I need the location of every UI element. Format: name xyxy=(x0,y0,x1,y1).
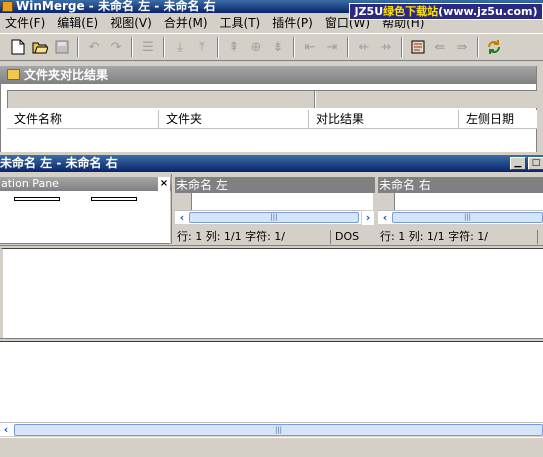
file-compare-title-bar[interactable]: 未命名 左 - 未命名 右 ▁ □ xyxy=(0,155,543,172)
right-pane-status: 行: 1 列: 1/1 字符: 1/ xyxy=(378,230,543,244)
refresh-icon[interactable] xyxy=(483,36,505,58)
right-status-column: 列: 1/1 xyxy=(408,230,445,243)
first-diff-icon[interactable]: ⇞ xyxy=(223,36,245,58)
minimize-button[interactable]: ▁ xyxy=(510,157,526,170)
next-diff-icon[interactable]: ⤓ xyxy=(169,36,191,58)
left-status-column: 列: 1/1 xyxy=(205,230,242,243)
path-separator xyxy=(314,91,316,108)
copy-left-advance-icon[interactable]: ⇷ xyxy=(353,36,375,58)
right-diff-pane: 未命名 右 ‹ ||| 行: 1 列: 1/1 字符: 1/ xyxy=(375,174,543,244)
left-diff-pane: 未命名 左 ‹ ||| 行: 1 列: 1/1 字符: 1/ DOS xyxy=(172,174,376,244)
menu-file[interactable]: 文件(F) xyxy=(5,14,45,31)
undo-icon[interactable]: ↶ xyxy=(83,36,105,58)
folder-compare-title: 文件夹对比结果 xyxy=(24,68,109,82)
copy-all-right-icon[interactable]: ⇛ xyxy=(451,36,473,58)
watermark-brand: JZ5U xyxy=(354,5,384,18)
open-folder-icon[interactable] xyxy=(29,36,51,58)
winmerge-app-icon xyxy=(2,1,13,12)
left-pane-margin xyxy=(175,193,191,210)
toolbar-separator xyxy=(163,37,165,57)
folder-icon xyxy=(7,69,20,80)
toolbar-separator xyxy=(401,37,403,57)
scroll-right-arrow-icon[interactable]: › xyxy=(362,211,374,225)
pane-separator[interactable] xyxy=(0,338,543,340)
folder-window-edge xyxy=(536,66,543,152)
diff-detail-pane-right[interactable] xyxy=(0,341,543,422)
location-pane: ation Pane × xyxy=(0,174,172,244)
column-left-date[interactable]: 左侧日期 xyxy=(459,110,537,129)
file-compare-title: 未命名 左 - 未命名 右 xyxy=(0,156,118,170)
folder-path-bar xyxy=(7,90,537,108)
toolbar-separator xyxy=(347,37,349,57)
copy-right-advance-icon[interactable]: ⇸ xyxy=(375,36,397,58)
right-status-line: 行: 1 xyxy=(380,230,406,243)
options-icon[interactable] xyxy=(407,36,429,58)
watermark-url: (www.jz5u.com) xyxy=(438,5,538,18)
location-left-bar xyxy=(14,197,60,201)
menu-merge[interactable]: 合并(M) xyxy=(164,14,208,31)
location-pane-title-bar: ation Pane × xyxy=(0,177,172,191)
toolbar: ↶ ↷ ☰ ⤓ ⤒ ⇞ ⊕ ⇟ ⇤ ⇥ ⇷ ⇸ ⇚ ⇛ xyxy=(0,33,543,61)
watermark-text: 绿色下载站 xyxy=(383,5,439,18)
menu-plugins[interactable]: 插件(P) xyxy=(272,14,313,31)
column-folder[interactable]: 文件夹 xyxy=(159,110,309,129)
column-filename[interactable]: 文件名称 xyxy=(7,110,159,129)
new-icon[interactable] xyxy=(7,36,29,58)
menu-edit[interactable]: 编辑(E) xyxy=(57,14,98,31)
folder-compare-title-bar[interactable]: 文件夹对比结果 xyxy=(0,66,536,84)
left-scroll-thumb[interactable]: ||| xyxy=(189,212,359,223)
diff-detail-pane-left[interactable] xyxy=(0,248,543,338)
left-pane-header: 未命名 左 xyxy=(175,177,375,193)
right-status-position: 行: 1 列: 1/1 字符: 1/ xyxy=(378,230,538,244)
right-pane-editor[interactable] xyxy=(394,193,543,210)
left-status-position: 行: 1 列: 1/1 字符: 1/ xyxy=(175,230,331,244)
column-compare-result[interactable]: 对比结果 xyxy=(309,110,459,129)
bottom-horizontal-scrollbar[interactable]: ‹ ||| xyxy=(0,422,543,436)
left-status-chars: 字符: 1/ xyxy=(245,230,286,243)
right-status-chars: 字符: 1/ xyxy=(448,230,489,243)
watermark-banner: JZ5U绿色下载站(www.jz5u.com) xyxy=(349,3,543,20)
window-title: WinMerge - 未命名 左 - 未命名 右 xyxy=(16,0,216,13)
scroll-left-arrow-icon[interactable]: ‹ xyxy=(0,423,12,437)
maximize-button[interactable]: □ xyxy=(528,157,543,170)
toolbar-separator xyxy=(131,37,133,57)
right-scroll-thumb[interactable]: ||| xyxy=(392,212,543,223)
status-bar xyxy=(0,437,543,457)
scroll-left-arrow-icon[interactable]: ‹ xyxy=(175,211,189,224)
copy-all-left-icon[interactable]: ⇚ xyxy=(429,36,451,58)
location-pane-close-button[interactable]: × xyxy=(158,177,170,191)
copy-left-icon[interactable]: ⇤ xyxy=(299,36,321,58)
right-pane-header: 未命名 右 xyxy=(378,177,543,193)
prev-diff-icon[interactable]: ⤒ xyxy=(191,36,213,58)
current-diff-icon[interactable]: ⊕ xyxy=(245,36,267,58)
menu-view[interactable]: 视图(V) xyxy=(110,14,152,31)
left-horizontal-scrollbar[interactable]: ‹ ||| xyxy=(175,210,361,224)
menu-tools[interactable]: 工具(T) xyxy=(220,14,261,31)
pane-separator[interactable] xyxy=(0,245,543,247)
copy-right-icon[interactable]: ⇥ xyxy=(321,36,343,58)
toolbar-separator xyxy=(77,37,79,57)
bottom-scroll-thumb[interactable]: ||| xyxy=(14,424,543,436)
left-pane-status: 行: 1 列: 1/1 字符: 1/ DOS xyxy=(175,230,375,244)
toolbar-separator xyxy=(293,37,295,57)
left-status-eol: DOS xyxy=(335,230,360,243)
diff-align-icon[interactable]: ☰ xyxy=(137,36,159,58)
scroll-left-arrow-icon[interactable]: ‹ xyxy=(378,211,392,224)
location-right-bar xyxy=(91,197,137,201)
left-status-line: 行: 1 xyxy=(177,230,203,243)
location-pane-view[interactable] xyxy=(0,191,170,244)
toolbar-separator xyxy=(477,37,479,57)
toolbar-separator xyxy=(217,37,219,57)
right-horizontal-scrollbar[interactable]: ‹ ||| xyxy=(378,210,543,224)
right-pane-margin xyxy=(378,193,394,210)
redo-icon[interactable]: ↷ xyxy=(105,36,127,58)
save-icon[interactable] xyxy=(51,36,73,58)
location-pane-title: ation Pane xyxy=(1,177,59,190)
folder-column-header: 文件名称 文件夹 对比结果 左侧日期 xyxy=(7,110,537,129)
folder-compare-body: 文件名称 文件夹 对比结果 左侧日期 xyxy=(0,84,537,152)
left-pane-editor[interactable] xyxy=(191,193,373,210)
last-diff-icon[interactable]: ⇟ xyxy=(267,36,289,58)
